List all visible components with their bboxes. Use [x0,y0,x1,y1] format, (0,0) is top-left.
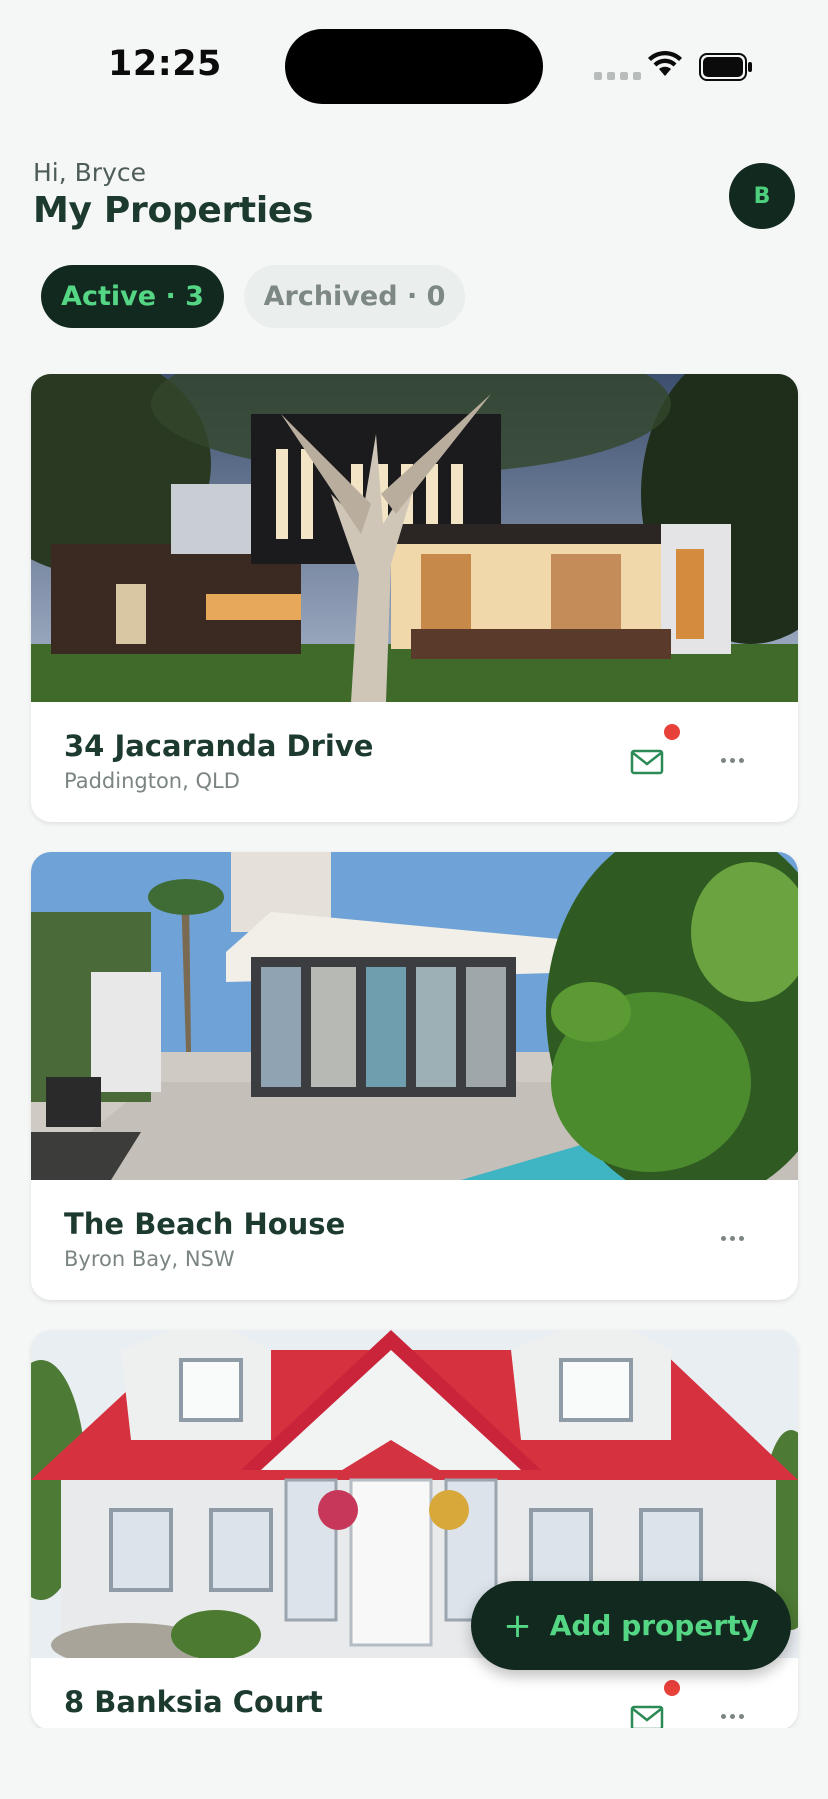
more-options-icon[interactable] [714,750,750,770]
property-name: 34 Jacaranda Drive [64,729,374,763]
avatar[interactable]: B [729,163,795,229]
status-time: 12:25 [108,44,222,84]
tab-archived[interactable]: Archived · 0 [244,265,465,328]
property-photo [31,374,798,702]
bottom-safe-area [0,1728,828,1799]
property-card[interactable]: 34 Jacaranda Drive Paddington, QLD [31,374,798,822]
mail-icon[interactable] [627,1698,667,1730]
unread-badge [664,1680,680,1696]
battery-icon [699,53,752,81]
status-bar: 12:25 [0,0,828,130]
page-title: My Properties [33,190,314,231]
property-location: Paddington, QLD [64,769,240,793]
property-card-body: The Beach House Byron Bay, NSW [31,1180,798,1300]
wifi-icon [648,50,682,76]
more-options-icon[interactable] [714,1228,750,1248]
property-card-body: 34 Jacaranda Drive Paddington, QLD [31,702,798,822]
property-photo [31,852,798,1180]
tab-active[interactable]: Active · 3 [41,265,224,328]
property-name: 8 Banksia Court [64,1685,323,1719]
property-card[interactable]: The Beach House Byron Bay, NSW [31,852,798,1300]
unread-badge [664,724,680,740]
plus-icon: + [503,1605,532,1646]
dynamic-island [285,29,543,104]
add-property-button[interactable]: + Add property [471,1581,791,1670]
mail-icon[interactable] [627,742,667,782]
more-options-icon[interactable] [714,1706,750,1726]
cellular-signal-icon [594,72,641,80]
greeting-text: Hi, Bryce [33,158,146,187]
property-location: Byron Bay, NSW [64,1247,235,1271]
add-property-label: Add property [549,1609,759,1642]
property-name: The Beach House [64,1207,346,1241]
property-card[interactable]: 8 Banksia Court [31,1330,798,1730]
